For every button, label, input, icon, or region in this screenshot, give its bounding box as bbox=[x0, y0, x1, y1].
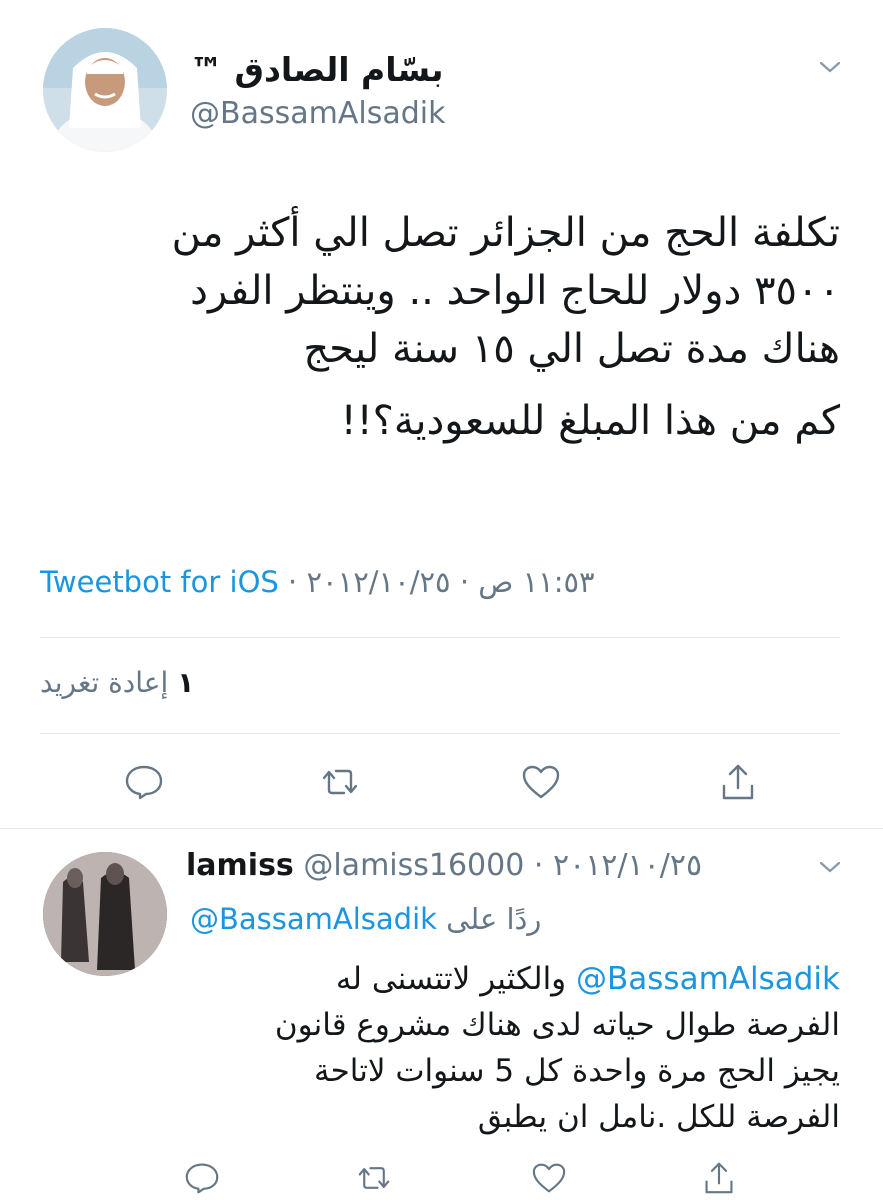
chevron-down-icon bbox=[819, 861, 841, 873]
reply-like-button[interactable] bbox=[527, 1156, 571, 1200]
tweet-text-line: ٣٥٠٠ دولار للحاج الواحد .. وينتظر الفرد bbox=[190, 268, 840, 314]
tweet-meta: Tweetbot for iOS · ٢٠١٢/١٠/٢٥ · ١١:٥٣ ص bbox=[40, 565, 840, 599]
reply-text-line: الفرصة طوال حياته لدى هناك مشروع قانون bbox=[274, 1007, 840, 1043]
source-link[interactable]: Tweetbot for iOS bbox=[40, 565, 279, 599]
retweet-stat[interactable]: ١ إعادة تغريد bbox=[40, 666, 194, 699]
chevron-down-icon bbox=[819, 61, 841, 73]
reply-share-button[interactable] bbox=[697, 1156, 741, 1200]
replying-to-label: ردًا على bbox=[446, 902, 542, 936]
reply-mention[interactable]: @BassamAlsadik bbox=[576, 961, 840, 997]
tweet-text-line: تكلفة الحج من الجزائر تصل الي أكثر من bbox=[171, 210, 840, 256]
replying-to-handle[interactable]: @BassamAlsadik bbox=[190, 902, 437, 936]
reply-text-line: الفرصة للكل .نامل ان يطبق bbox=[477, 1099, 840, 1135]
reply-retweet-button[interactable] bbox=[352, 1156, 396, 1200]
meta-separator: · bbox=[288, 565, 298, 599]
tweet-text-line: هناك مدة تصل الي ١٥ سنة ليحج bbox=[303, 326, 840, 372]
reply-text-line: @BassamAlsadik والكثير لاتتسنى له bbox=[186, 956, 840, 1002]
retweet-icon bbox=[358, 1167, 390, 1189]
tweet-text: تكلفة الحج من الجزائر تصل الي أكثر من ٣٥… bbox=[40, 204, 840, 450]
heart-icon bbox=[532, 1163, 566, 1193]
reply-button[interactable] bbox=[122, 760, 166, 804]
retweet-count: ١ bbox=[177, 666, 195, 699]
divider bbox=[0, 828, 883, 829]
retweet-icon bbox=[322, 769, 358, 795]
display-name[interactable]: بسّام الصادق ™ bbox=[190, 50, 610, 89]
reply-text: @BassamAlsadik والكثير لاتتسنى له الفرصة… bbox=[186, 956, 840, 1140]
tweet-text-question: كم من هذا المبلغ للسعودية؟!! bbox=[340, 398, 840, 444]
divider bbox=[40, 637, 840, 638]
reply-avatar[interactable] bbox=[43, 852, 167, 976]
tweet-menu-button[interactable] bbox=[815, 52, 845, 82]
meta-separator: · bbox=[459, 565, 470, 599]
reply-reply-button[interactable] bbox=[180, 1156, 224, 1200]
share-icon bbox=[705, 1162, 733, 1194]
reply-icon bbox=[185, 1163, 219, 1194]
reply-menu-button[interactable] bbox=[815, 852, 845, 882]
avatar[interactable] bbox=[43, 28, 167, 152]
meta-separator: · bbox=[533, 848, 544, 883]
retweet-label: إعادة تغريد bbox=[40, 666, 169, 699]
reply-handle[interactable]: @lamiss16000 bbox=[303, 848, 524, 883]
display-name-text: بسّام الصادق ™ bbox=[190, 50, 444, 89]
tweet-time[interactable]: ١١:٥٣ ص bbox=[478, 565, 594, 599]
like-button[interactable] bbox=[519, 760, 563, 804]
heart-icon bbox=[522, 765, 560, 799]
retweet-button[interactable] bbox=[318, 760, 362, 804]
reply-text-first: والكثير لاتتسنى له bbox=[335, 961, 567, 997]
reply-text-line: يجيز الحج مرة واحدة كل 5 سنوات لاتاحة bbox=[313, 1053, 840, 1089]
handle[interactable]: @BassamAlsadik bbox=[190, 96, 445, 131]
reply-header: lamiss @lamiss16000 · ٢٠١٢/١٠/٢٥ bbox=[186, 848, 702, 883]
replying-to: ردًا على @BassamAlsadik bbox=[190, 902, 610, 936]
divider bbox=[40, 733, 840, 734]
reply-date[interactable]: ٢٠١٢/١٠/٢٥ bbox=[553, 848, 702, 883]
share-button[interactable] bbox=[716, 760, 760, 804]
share-icon bbox=[722, 764, 754, 800]
reply-icon bbox=[125, 765, 163, 800]
tweet-date[interactable]: ٢٠١٢/١٠/٢٥ bbox=[306, 565, 450, 599]
reply-display-name[interactable]: lamiss bbox=[186, 848, 294, 883]
